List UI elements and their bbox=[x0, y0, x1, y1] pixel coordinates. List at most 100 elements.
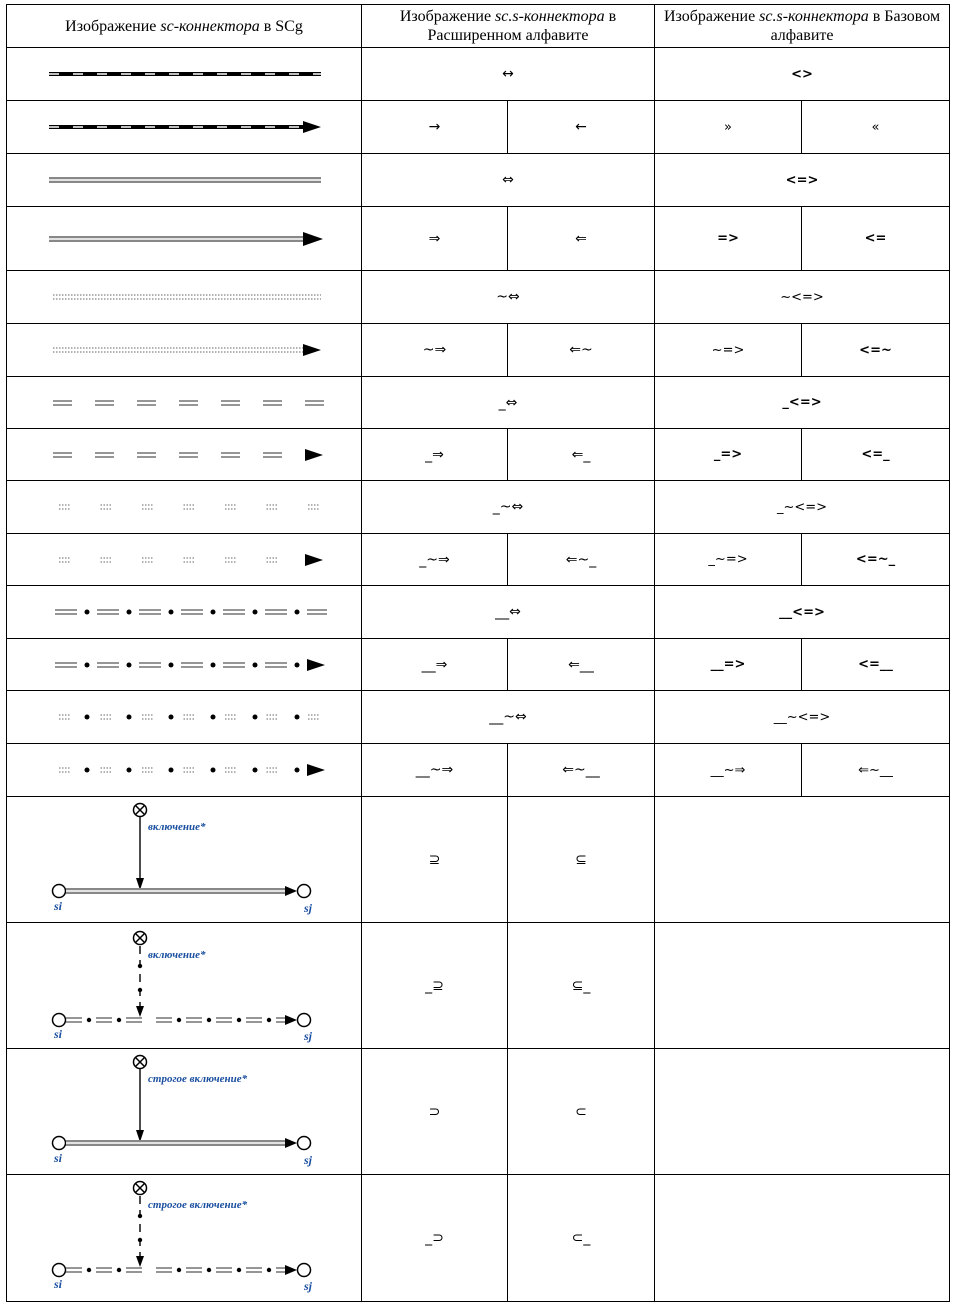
empty-cell bbox=[654, 1048, 951, 1175]
basic-symbol: __<=> bbox=[654, 585, 951, 639]
basic-symbol: <=~ bbox=[801, 323, 951, 377]
basic-symbol: __=> bbox=[654, 638, 803, 691]
sj-label: sj bbox=[303, 1279, 313, 1293]
scg-var-strict-inclusion-diagram: строгое включение* si sj bbox=[6, 1174, 362, 1302]
table-row: строгое включение* si sj _⊃ ⊂_ bbox=[6, 1174, 951, 1302]
scg-const-pos-arc-dotted-icon bbox=[6, 638, 362, 691]
basic-symbol: « bbox=[801, 100, 951, 154]
basic-symbol: => bbox=[654, 206, 803, 271]
scg-meta-const-arc-icon bbox=[6, 428, 362, 481]
ext-symbol: _⊃ bbox=[361, 1174, 508, 1302]
empty-cell bbox=[654, 922, 951, 1049]
basic-symbol: <=__ bbox=[801, 638, 951, 691]
basic-symbol: » bbox=[654, 100, 803, 154]
strict-inclusion-label: строгое включение* bbox=[148, 1199, 248, 1211]
si-label: si bbox=[53, 899, 63, 913]
sj-label: sj bbox=[303, 1029, 313, 1043]
ext-symbol: ⊇ bbox=[361, 796, 508, 923]
basic-symbol: ~=> bbox=[654, 323, 803, 377]
ext-symbol: ⇐~ bbox=[506, 323, 656, 377]
table-row: строгое включение* si sj ⊃ ⊂ bbox=[6, 1048, 951, 1175]
ext-symbol: __~⇔ bbox=[360, 690, 656, 744]
table-row: __~⇒ ⇐~__ __~⇒ ⇐~__ bbox=[6, 743, 951, 797]
table-row: __⇔ __<=> bbox=[6, 585, 951, 639]
basic-symbol: __~⇒ bbox=[654, 743, 803, 797]
ext-symbol: _~⇒ bbox=[361, 533, 508, 586]
basic-symbol: _<=> bbox=[654, 376, 951, 429]
scg-var-edge-dotted-icon bbox=[6, 690, 362, 744]
scg-meta-const-edge-icon bbox=[6, 376, 362, 429]
ext-symbol: ⊆ bbox=[506, 796, 656, 923]
basic-symbol: <= bbox=[801, 206, 951, 271]
basic-symbol: _~=> bbox=[654, 533, 803, 586]
table-row: включение* si sj ⊇ ⊆ bbox=[6, 796, 951, 923]
basic-symbol: <=> bbox=[654, 153, 951, 207]
basic-symbol: <=~_ bbox=[801, 533, 951, 586]
table-row: ⇔ <=> bbox=[6, 153, 951, 207]
scg-strict-inclusion-diagram: строгое включение* si sj bbox=[6, 1048, 362, 1175]
ext-symbol: ⊆_ bbox=[506, 922, 656, 1049]
ext-symbol: ⇐~__ bbox=[506, 743, 656, 797]
sj-label: sj bbox=[303, 901, 313, 915]
ext-symbol: ⊂_ bbox=[506, 1174, 656, 1302]
sj-label: sj bbox=[303, 1153, 313, 1167]
ext-symbol: → bbox=[361, 100, 508, 154]
scg-var-arc-icon bbox=[6, 323, 362, 377]
ext-symbol: ~⇔ bbox=[360, 270, 656, 324]
scg-const-pos-edge-icon bbox=[6, 153, 362, 207]
empty-cell bbox=[654, 1174, 951, 1302]
ext-symbol: ← bbox=[506, 100, 656, 154]
ext-symbol: _⇔ bbox=[360, 376, 656, 429]
table-row: включение* si sj _⊇ ⊆_ bbox=[6, 922, 951, 1049]
header-row: Изображение sc-коннектора в SCg Изображе… bbox=[6, 4, 951, 48]
table-row: _⇒ ⇐_ _=> <=_ bbox=[6, 428, 951, 481]
header-scg: Изображение sc-коннектора в SCg bbox=[6, 4, 362, 48]
table-row: _~⇔ _~<=> bbox=[6, 480, 951, 534]
table-row: ↔ <> bbox=[6, 47, 951, 101]
scg-meta-var-arc-icon bbox=[6, 533, 362, 586]
table-row: _~⇒ ⇐~_ _~=> <=~_ bbox=[6, 533, 951, 586]
ext-symbol: ↔ bbox=[360, 47, 656, 101]
empty-cell bbox=[654, 796, 951, 923]
scg-var-edge-icon bbox=[6, 270, 362, 324]
ext-symbol: ⇒ bbox=[361, 206, 508, 271]
scg-const-pos-arc-icon bbox=[6, 206, 362, 271]
basic-symbol: <=_ bbox=[801, 428, 951, 481]
table-row: ⇒ ⇐ => <= bbox=[6, 206, 951, 271]
ext-symbol: ⇐__ bbox=[506, 638, 656, 691]
ext-symbol: _⇒ bbox=[361, 428, 508, 481]
scg-var-inclusion-diagram: включение* si sj bbox=[6, 922, 362, 1049]
scg-common-edge-icon bbox=[6, 47, 362, 101]
ext-symbol: _~⇔ bbox=[360, 480, 656, 534]
ext-symbol: __⇒ bbox=[361, 638, 508, 691]
ext-symbol: __⇔ bbox=[360, 585, 656, 639]
scg-var-arc-dotted-icon bbox=[6, 743, 362, 797]
ext-symbol: ⊃ bbox=[361, 1048, 508, 1175]
scg-common-arc-icon bbox=[6, 100, 362, 154]
ext-symbol: __~⇒ bbox=[361, 743, 508, 797]
si-label: si bbox=[53, 1151, 63, 1165]
inclusion-label: включение* bbox=[148, 949, 206, 961]
header-extended: Изображение sc.s-коннектора в Расширенно… bbox=[360, 4, 656, 48]
basic-symbol: ⇐~__ bbox=[801, 743, 951, 797]
header-basic: Изображение sc.s-коннектора в Базовом ал… bbox=[654, 4, 951, 48]
ext-symbol: ⇐ bbox=[506, 206, 656, 271]
basic-symbol: ~<=> bbox=[654, 270, 951, 324]
ext-symbol: ⊂ bbox=[506, 1048, 656, 1175]
table-row: ~⇒ ⇐~ ~=> <=~ bbox=[6, 323, 951, 377]
table-row: __⇒ ⇐__ __=> <=__ bbox=[6, 638, 951, 691]
basic-symbol: __~<=> bbox=[654, 690, 951, 744]
ext-symbol: ⇐~_ bbox=[506, 533, 656, 586]
ext-symbol: ⇔ bbox=[360, 153, 656, 207]
table-row: ~⇔ ~<=> bbox=[6, 270, 951, 324]
table-row: _⇔ _<=> bbox=[6, 376, 951, 429]
basic-symbol: <> bbox=[654, 47, 951, 101]
table-row: → ← » « bbox=[6, 100, 951, 154]
inclusion-label: включение* bbox=[148, 821, 206, 833]
strict-inclusion-label: строгое включение* bbox=[148, 1073, 248, 1085]
ext-symbol: _⊇ bbox=[361, 922, 508, 1049]
si-label: si bbox=[53, 1277, 63, 1291]
basic-symbol: _=> bbox=[654, 428, 803, 481]
ext-symbol: ⇐_ bbox=[506, 428, 656, 481]
scg-meta-var-edge-icon bbox=[6, 480, 362, 534]
